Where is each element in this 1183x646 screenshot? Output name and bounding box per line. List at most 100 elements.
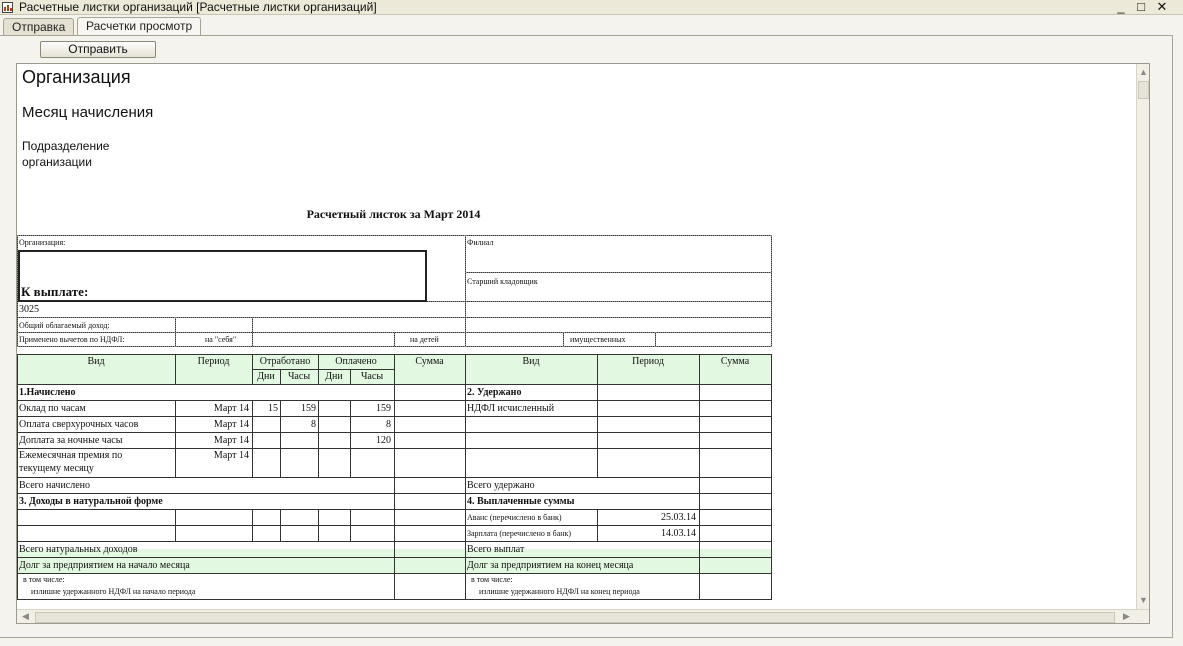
accrued-row-name: Оклад по часам	[19, 403, 86, 414]
send-button[interactable]: Отправить	[40, 41, 156, 58]
including-label: в том числе:	[471, 575, 513, 584]
accrued-row-name: текущему месяцу	[19, 463, 94, 474]
debt-end-label: Долг за предприятием на конец месяца	[467, 560, 634, 571]
children-deduction-label: на детей	[410, 335, 439, 344]
tab-payslips-view[interactable]: Расчетки просмотр	[77, 17, 202, 36]
accrued-row-name: Ежемесячная премия по	[19, 450, 123, 461]
divider	[771, 354, 772, 600]
tab-sending[interactable]: Отправка	[3, 18, 75, 36]
col-paid-header: Оплачено	[335, 356, 377, 367]
accrued-row-paid-hours: 8	[386, 419, 391, 430]
position-value: Старший кладовщик	[467, 277, 538, 286]
divider	[655, 332, 656, 347]
divider	[465, 235, 466, 347]
pay-label: К выплате:	[21, 284, 89, 299]
divider	[771, 235, 772, 347]
accrued-row-period: Март 14	[213, 450, 249, 461]
app-window: Расчетные листки организаций [Расчетные …	[0, 0, 1183, 646]
close-button[interactable]: ✕	[1154, 0, 1170, 14]
divider	[465, 354, 466, 600]
accrued-row-paid-hours: 120	[376, 435, 391, 446]
horizontal-scrollbar[interactable]: ◀ ▶	[17, 609, 1149, 623]
in-kind-section-title: 3. Доходы в натуральной форме	[19, 496, 163, 507]
property-deduction-label: имущественных	[570, 335, 626, 344]
withheld-total-label: Всего удержано	[467, 480, 535, 491]
vertical-scroll-thumb[interactable]	[1138, 81, 1149, 99]
divider	[252, 509, 253, 542]
spreadsheet-document[interactable]: Организация Месяц начисления Подразделен…	[16, 63, 1150, 624]
divider	[597, 432, 598, 478]
accrued-row-worked-hours: 8	[311, 419, 316, 430]
org-heading: Организация	[22, 67, 131, 87]
withheld-row-name: НДФЛ исчисленный	[467, 403, 555, 414]
accrued-row-name: Оплата сверхурочных часов	[19, 419, 139, 430]
col-period-header-right: Период	[632, 356, 664, 367]
accrued-row-worked-hours: 159	[301, 403, 316, 414]
divider	[280, 509, 281, 542]
divider	[394, 354, 395, 600]
accrued-row-worked-days: 15	[268, 403, 278, 414]
divider	[252, 317, 253, 347]
title-bar: Расчетные листки организаций [Расчетные …	[0, 0, 1183, 15]
accrued-row-period: Март 14	[213, 403, 249, 414]
department-heading-line1: Подразделение	[22, 139, 110, 153]
window-title: Расчетные листки организаций [Расчетные …	[19, 0, 377, 14]
org-label: Организация:	[19, 238, 66, 247]
payslip: Организация: Филиал Старший кладовщик К …	[17, 235, 772, 600]
col-worked-days-header: Дни	[257, 371, 275, 382]
col-paid-hours-header: Часы	[360, 371, 384, 382]
month-heading: Месяц начисления	[22, 104, 154, 121]
divider	[318, 509, 319, 542]
paid-out-row-date: 14.03.14	[661, 528, 696, 539]
accrued-section-title: 1.Начислено	[19, 387, 76, 398]
self-deduction-label: на "себя"	[205, 335, 237, 344]
paid-out-row-name: Зарплата (перечислено в банк)	[467, 529, 572, 538]
excess-start-label: излишне удержанного НДФЛ на начало перио…	[31, 587, 196, 596]
col-paid-days-header: Дни	[325, 371, 343, 382]
accrued-row-paid-hours: 159	[376, 403, 391, 414]
divider	[17, 235, 771, 236]
accrued-row-period: Март 14	[213, 435, 249, 446]
report-icon	[2, 2, 13, 13]
tab-bar: Отправка Расчетки просмотр	[0, 17, 1183, 36]
accrued-total-label: Всего начислено	[19, 480, 91, 491]
divider	[563, 332, 564, 347]
scroll-right-icon[interactable]: ▶	[1120, 610, 1133, 623]
paid-out-total-label: Всего выплат	[467, 544, 525, 555]
col-worked-hours-header: Часы	[287, 371, 311, 382]
divider	[699, 354, 700, 600]
deductions-label: Применено вычетов по НДФЛ:	[19, 335, 125, 344]
accrued-row-period: Март 14	[213, 419, 249, 430]
accrued-row-name: Доплата за ночные часы	[19, 435, 123, 446]
divider	[465, 272, 771, 273]
in-kind-total-label: Всего натуральных доходов	[19, 544, 138, 555]
divider	[252, 369, 394, 370]
scroll-left-icon[interactable]: ◀	[19, 610, 32, 623]
paid-out-section-title: 4. Выплаченные суммы	[467, 496, 575, 507]
minimize-button[interactable]: _	[1113, 0, 1129, 14]
divider	[394, 332, 395, 347]
department-heading: Подразделение организации	[22, 138, 109, 170]
divider	[175, 509, 176, 542]
col-sum-header-right: Сумма	[720, 356, 750, 367]
col-kind-header-right: Вид	[522, 356, 540, 367]
divider	[17, 354, 18, 600]
scroll-up-icon[interactable]: ▲	[1137, 66, 1149, 79]
employee-code: 3025	[19, 304, 39, 315]
horizontal-scroll-thumb[interactable]	[35, 612, 1115, 623]
divider	[318, 400, 319, 478]
excess-end-label: излишне удержанного НДФЛ на конец период…	[479, 587, 640, 596]
col-sum-header: Сумма	[415, 356, 444, 367]
department-heading-line2: организации	[22, 155, 92, 169]
divider	[350, 509, 351, 542]
taxable-income-label: Общий облагаемый доход:	[19, 321, 110, 330]
scroll-down-icon[interactable]: ▼	[1137, 594, 1149, 607]
col-period-header: Период	[197, 356, 230, 367]
branch-value: Филиал	[467, 238, 494, 247]
divider	[17, 317, 771, 318]
payslip-title: Расчетный листок за Март 2014	[306, 207, 481, 221]
paid-out-row-date: 25.03.14	[661, 512, 696, 523]
vertical-scrollbar[interactable]: ▲ ▼	[1136, 64, 1149, 609]
including-label: в том числе:	[23, 575, 65, 584]
maximize-button[interactable]: □	[1133, 0, 1149, 14]
